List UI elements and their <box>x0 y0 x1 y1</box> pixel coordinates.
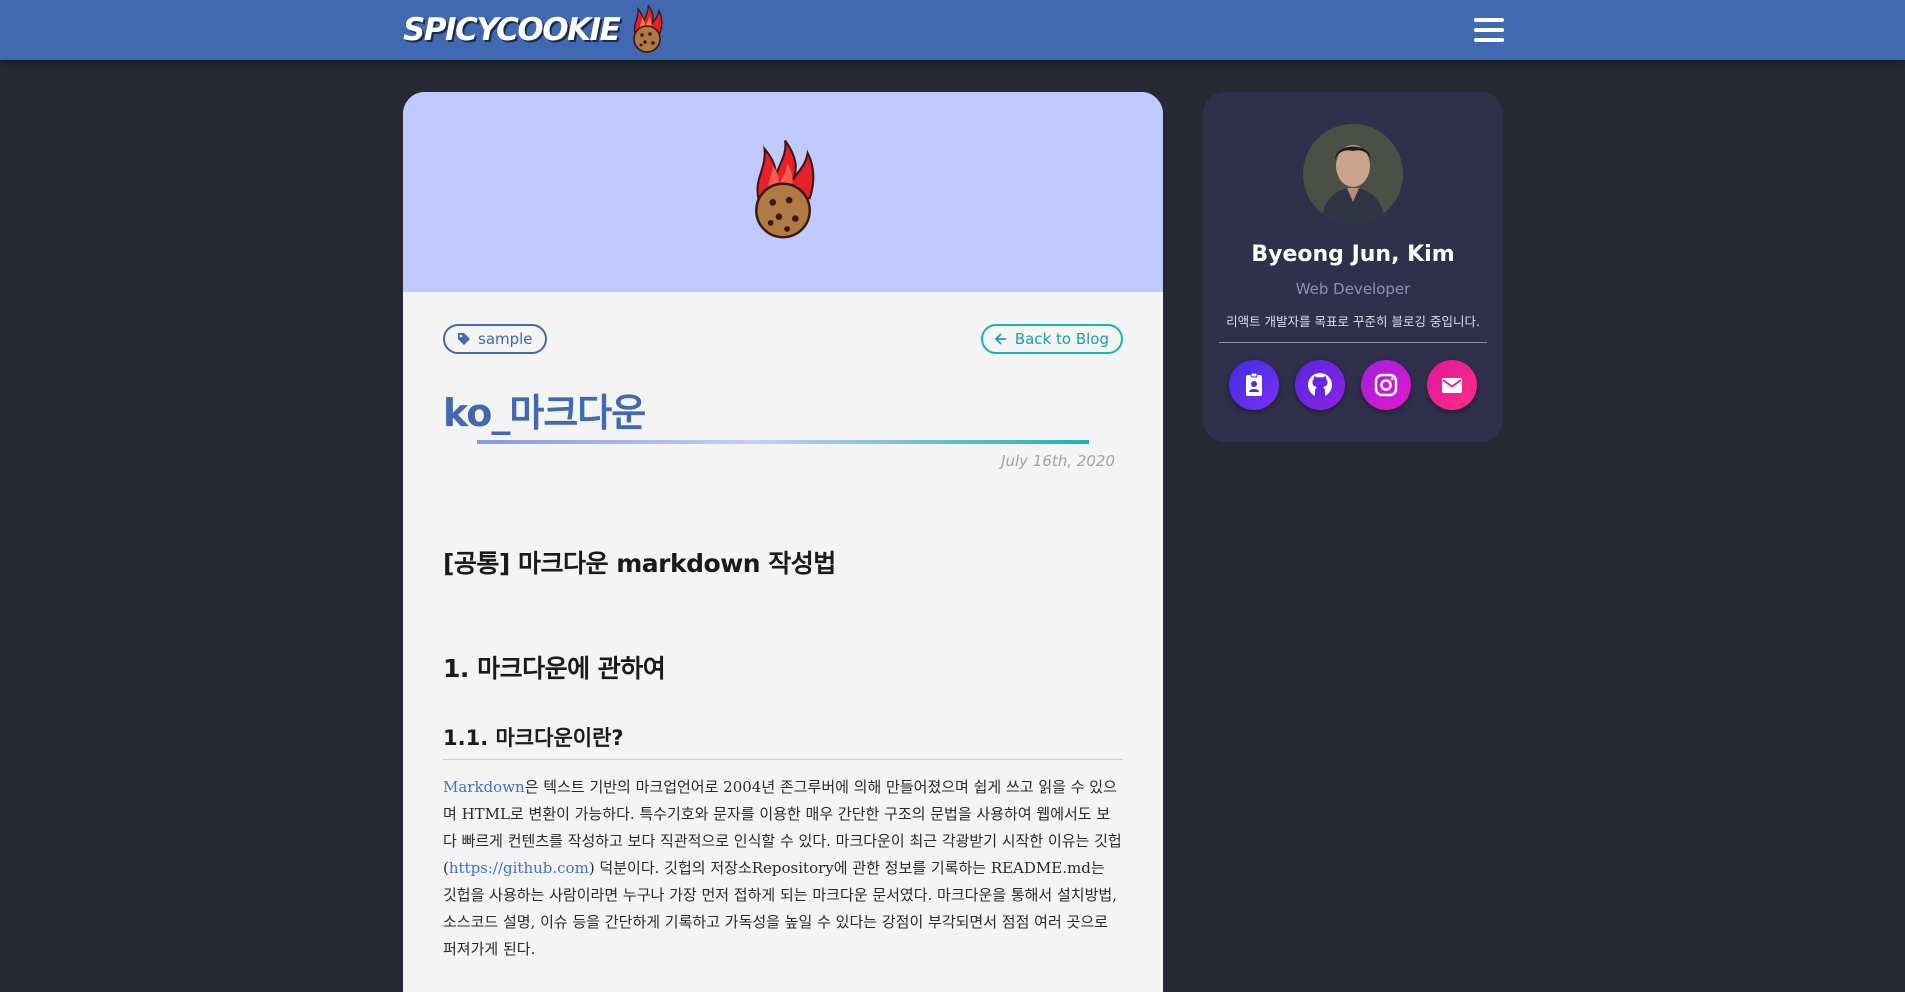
instagram-icon <box>1374 373 1398 397</box>
avatar-photo <box>1303 124 1403 224</box>
email-button[interactable] <box>1427 360 1477 410</box>
github-link[interactable]: https://github.com <box>449 859 589 877</box>
contact-badge-icon <box>1246 372 1262 396</box>
flaming-cookie-icon <box>755 140 815 239</box>
content-heading-2: 1. 마크다운에 관하여 <box>443 654 666 683</box>
site-logo[interactable]: SPICYCOOKIE <box>403 4 665 56</box>
email-icon <box>1442 378 1462 393</box>
tag-label: sample <box>478 330 533 348</box>
menu-bar <box>1474 38 1504 42</box>
back-to-blog-button[interactable]: Back to Blog <box>980 324 1123 354</box>
contact-badge-button[interactable] <box>1229 360 1279 410</box>
profile-role: Web Developer <box>1295 280 1411 298</box>
profile-divider <box>1219 342 1487 343</box>
github-button[interactable] <box>1295 360 1345 410</box>
arrow-left-icon <box>994 333 1006 345</box>
social-links <box>1229 360 1477 410</box>
post-hero-banner <box>403 92 1163 292</box>
content-paragraph: Markdown은 텍스트 기반의 마크업언어로 2004년 존그루버에 의해 … <box>443 774 1123 963</box>
content-heading-3: 1.1. 마크다운이란? <box>443 722 1123 760</box>
content-heading-1: [공통] 마크다운 markdown 작성법 <box>443 549 836 578</box>
profile-card: Byeong Jun, Kim Web Developer 리액트 개발자를 목… <box>1203 92 1503 442</box>
top-navbar: SPICYCOOKIE <box>0 0 1905 60</box>
title-underline <box>477 440 1089 444</box>
profile-description: 리액트 개발자를 목표로 꾸준히 블로깅 중입니다. <box>1226 314 1480 329</box>
post-date: July 16th, 2020 <box>1001 452 1115 470</box>
menu-bar <box>1474 18 1504 22</box>
tag-icon <box>458 333 470 345</box>
instagram-button[interactable] <box>1361 360 1411 410</box>
avatar <box>1303 124 1403 224</box>
hamburger-menu-icon[interactable] <box>1474 18 1504 44</box>
flaming-cookie-icon <box>633 5 663 53</box>
menu-bar <box>1474 28 1504 32</box>
profile-name: Byeong Jun, Kim <box>1251 242 1455 267</box>
markdown-link[interactable]: Markdown <box>443 778 525 796</box>
github-icon <box>1308 373 1332 397</box>
post-title: ko_마크다운 <box>443 391 646 435</box>
tag-button[interactable]: sample <box>443 324 547 354</box>
post-card: sample Back to Blog ko_마크다운 July 16th, 2… <box>403 92 1163 992</box>
logo-text: SPICYCOOKIE <box>403 12 621 48</box>
back-to-blog-label: Back to Blog <box>1014 330 1109 348</box>
